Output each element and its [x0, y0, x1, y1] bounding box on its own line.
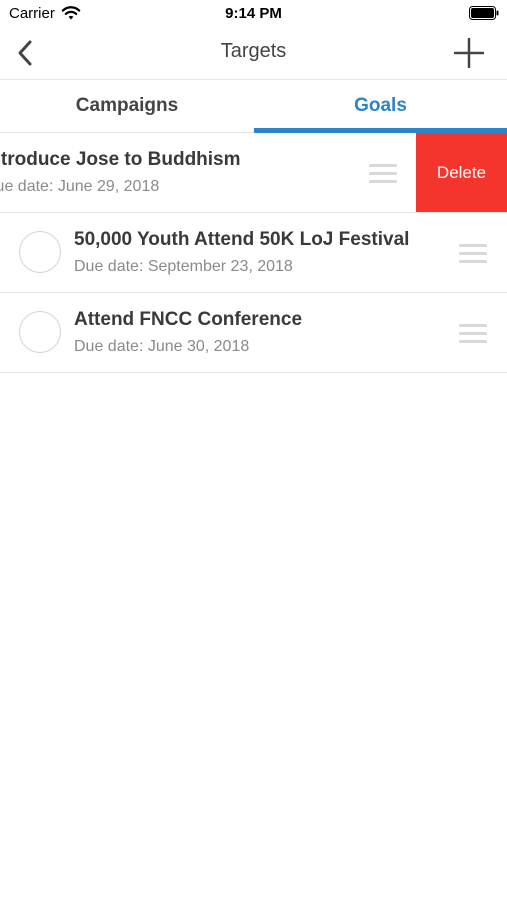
reorder-handle-icon[interactable]	[369, 164, 397, 183]
clock: 9:14 PM	[225, 5, 282, 22]
delete-button[interactable]: Delete	[416, 133, 507, 212]
goal-title: Introduce Jose to Buddhism	[0, 149, 241, 170]
list-item[interactable]: Attend FNCC Conference Due date: June 30…	[0, 293, 507, 373]
goal-checkbox[interactable]	[19, 311, 61, 353]
add-goal-button[interactable]	[451, 35, 487, 71]
reorder-handle-icon[interactable]	[459, 244, 487, 263]
battery-icon	[469, 6, 499, 20]
list-item-content[interactable]: Introduce Jose to Buddhism Due date: Jun…	[0, 133, 417, 212]
navigation-bar: Targets	[0, 28, 507, 80]
list-item-content[interactable]: 50,000 Youth Attend 50K LoJ Festival Due…	[0, 213, 507, 292]
list-item[interactable]: 50,000 Youth Attend 50K LoJ Festival Due…	[0, 213, 507, 293]
goal-due-date: Due date: June 30, 2018	[74, 338, 250, 355]
list-item[interactable]: Introduce Jose to Buddhism Due date: Jun…	[0, 133, 507, 213]
list-item-content[interactable]: Attend FNCC Conference Due date: June 30…	[0, 293, 507, 372]
goal-checkbox[interactable]	[19, 231, 61, 273]
goal-title: Attend FNCC Conference	[74, 309, 303, 330]
goal-title: 50,000 Youth Attend 50K LoJ Festival	[74, 229, 410, 250]
plus-icon	[454, 38, 484, 68]
tab-goals[interactable]: Goals	[254, 80, 507, 132]
goal-due-date: Due date: June 29, 2018	[0, 178, 160, 195]
reorder-handle-icon[interactable]	[459, 324, 487, 343]
status-bar: Carrier 9:14 PM	[0, 0, 507, 28]
page-title: Targets	[220, 40, 287, 62]
tab-campaigns[interactable]: Campaigns	[0, 80, 254, 132]
segmented-tabs: Campaigns Goals	[0, 80, 507, 133]
goal-due-date: Due date: September 23, 2018	[74, 258, 293, 275]
goal-list: Introduce Jose to Buddhism Due date: Jun…	[0, 133, 507, 373]
